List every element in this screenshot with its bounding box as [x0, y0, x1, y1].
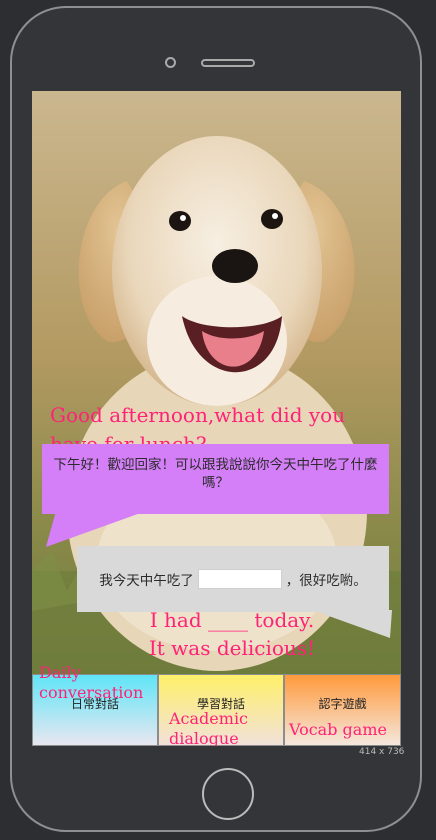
camera-icon: [165, 57, 176, 68]
answer-bubble: 我今天中午吃了 ，很好吃喲。: [77, 546, 389, 612]
tab-vocab-annotation: Vocab game: [289, 720, 387, 739]
answer-prefix: 我今天中午吃了: [99, 573, 194, 589]
app-screen: Good afternoon,what did you have for lun…: [32, 91, 401, 746]
reply-annotation-en: I had ____ today. It was delicious!: [148, 608, 316, 660]
answer-blank-input[interactable]: [197, 569, 282, 589]
tab-daily-conversation[interactable]: 日常對話 Daily conversation: [32, 663, 158, 746]
tab-vocab-label: 認字遊戲: [318, 696, 367, 711]
tab-vocab-game[interactable]: 認字遊戲 Vocab game: [284, 674, 401, 746]
home-button[interactable]: [202, 768, 254, 820]
question-text: 下午好！歡迎回家！可以跟我說說你今天中午吃了什麼嗎？: [53, 457, 378, 491]
device-size-label: 414 x 736: [359, 747, 405, 757]
question-bubble-tail: [46, 511, 146, 547]
answer-suffix: ，很好吃喲。: [285, 573, 367, 589]
bottom-tab-bar: 日常對話 Daily conversation 學習對話 Academic di…: [32, 663, 401, 746]
tab-academic-annotation: Academic dialogue: [169, 709, 249, 746]
tab-academic-dialogue[interactable]: 學習對話 Academic dialogue: [158, 674, 284, 746]
tab-daily-annotation: Daily conversation: [39, 663, 144, 702]
question-bubble: 下午好！歡迎回家！可以跟我說說你今天中午吃了什麼嗎？: [42, 444, 389, 514]
speaker-icon: [201, 59, 255, 67]
